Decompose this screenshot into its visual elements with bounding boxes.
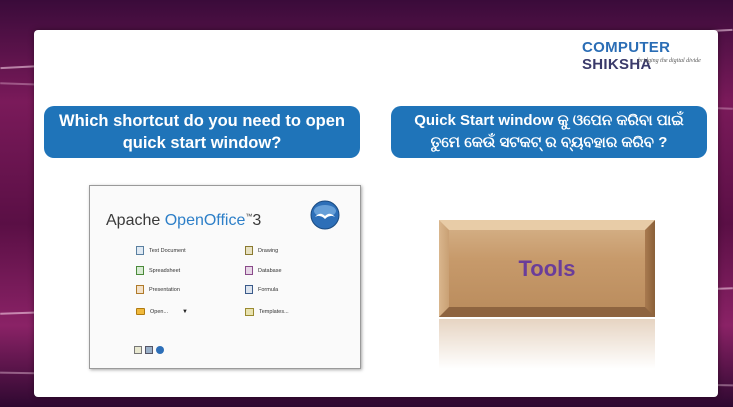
start-item-label: Database — [258, 267, 282, 274]
start-item-database[interactable]: Database — [245, 266, 282, 275]
question-english-box: Which shortcut do you need to open quick… — [44, 106, 360, 158]
extensions-icon[interactable] — [134, 346, 142, 354]
writer-icon — [136, 246, 144, 255]
logo-text: COMPUTER SHIKSHA — [582, 39, 712, 73]
question-odia-box: Quick Start window କୁ ଓପେନ କରିବା ପାଇଁ ତୁ… — [391, 106, 707, 158]
plank-reflection — [439, 319, 655, 369]
start-item-open[interactable]: Open... ▼ — [136, 308, 188, 315]
start-item-templates[interactable]: Templates... — [245, 308, 289, 316]
info-icon[interactable] — [145, 346, 153, 354]
title-version: 3 — [252, 212, 262, 229]
base-icon — [245, 266, 253, 275]
calc-icon — [136, 266, 144, 275]
logo-tagline: bridging the digital divide — [638, 58, 701, 64]
logo-word-computer: COMPUTER — [582, 39, 671, 56]
question-english-line2: quick start window? — [122, 134, 282, 152]
draw-icon — [245, 246, 253, 255]
start-item-text-document[interactable]: Text Document — [136, 246, 186, 255]
title-openoffice: OpenOffice — [164, 212, 246, 229]
openoffice-title: Apache OpenOffice™3 — [106, 212, 261, 230]
title-apache: Apache — [106, 212, 165, 229]
start-item-label: Presentation — [149, 286, 180, 293]
start-item-label: Templates... — [259, 309, 289, 315]
math-icon — [245, 285, 253, 294]
start-item-label: Drawing — [258, 247, 279, 254]
computer-shiksha-logo: COMPUTER SHIKSHA bridging the digital di… — [582, 39, 712, 73]
start-item-presentation[interactable]: Presentation — [136, 285, 180, 294]
impress-icon — [136, 285, 144, 294]
question-odia-line2: ତୁମେ କେଉଁ ସଟକଟ୍ ର ବ୍ୟବହାର କରିବ ? — [430, 134, 668, 151]
slide-panel: COMPUTER SHIKSHA bridging the digital di… — [34, 30, 718, 397]
openoffice-web-icon[interactable] — [156, 346, 164, 354]
start-item-spreadsheet[interactable]: Spreadsheet — [136, 266, 180, 275]
start-item-label: Formula — [258, 286, 279, 293]
question-english-line1: Which shortcut do you need to open — [59, 112, 345, 130]
dropdown-arrow-icon[interactable]: ▼ — [182, 309, 188, 315]
wood-plank: Tools — [439, 220, 655, 317]
folder-icon — [136, 308, 145, 315]
answer-tools-label: Tools — [518, 255, 576, 281]
answer-tools-block: Tools — [439, 220, 655, 370]
start-item-label: Spreadsheet — [149, 267, 181, 274]
start-item-formula[interactable]: Formula — [245, 285, 278, 294]
start-item-label: Open... — [150, 308, 169, 315]
openoffice-start-center-screenshot: Apache OpenOffice™3 Text Document Drawin… — [89, 185, 361, 369]
start-item-drawing[interactable]: Drawing — [245, 246, 278, 255]
start-item-label: Text Document — [149, 247, 186, 254]
question-odia-line1: Quick Start window କୁ ଓପେନ କରିବା ପାଇଁ — [414, 112, 684, 129]
openoffice-gull-icon — [310, 200, 340, 230]
templates-icon — [245, 308, 254, 316]
start-center-bottom-icons — [134, 346, 164, 354]
